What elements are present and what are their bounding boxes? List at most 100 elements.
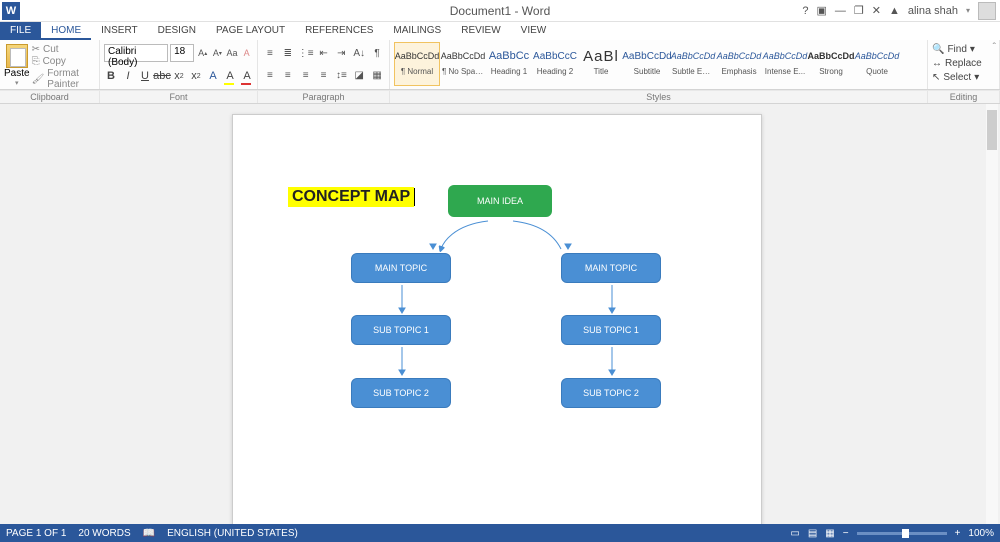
style-card-heading-2[interactable]: AaBbCcCHeading 2 — [532, 42, 578, 86]
zoom-out-button[interactable]: − — [843, 528, 849, 539]
italic-button[interactable]: I — [121, 68, 135, 84]
shape-main-idea[interactable]: MAIN IDEA — [448, 185, 552, 217]
document-canvas[interactable]: CONCEPT MAP MAIN IDEA MAIN TOPIC MAIN TO… — [0, 104, 1000, 524]
tab-home[interactable]: HOME — [41, 22, 91, 40]
shape-left-sub1[interactable]: SUB TOPIC 1 — [351, 315, 451, 345]
style-name-label: Strong — [810, 67, 852, 76]
find-button[interactable]: 🔍Find ▾ — [932, 42, 995, 56]
close-button[interactable]: ✕ — [872, 4, 881, 17]
decrease-indent-button[interactable]: ⇤ — [316, 45, 332, 61]
increase-indent-button[interactable]: ⇥ — [333, 45, 349, 61]
web-layout-icon[interactable]: ▦ — [825, 528, 834, 539]
line-spacing-button[interactable]: ↕≡ — [333, 67, 349, 83]
style-card-subtle-em-[interactable]: AaBbCcDdSubtle Em... — [670, 42, 716, 86]
tab-review[interactable]: REVIEW — [451, 22, 510, 40]
paste-icon — [6, 44, 28, 68]
font-family-select[interactable]: Calibri (Body) — [104, 44, 168, 62]
username-label[interactable]: alina shah — [908, 5, 958, 17]
superscript-button[interactable]: x2 — [189, 68, 203, 84]
tab-view[interactable]: VIEW — [511, 22, 557, 40]
underline-button[interactable]: U — [138, 68, 152, 84]
align-center-button[interactable]: ≡ — [280, 67, 296, 83]
style-preview: AaBbCc — [489, 45, 529, 67]
replace-button[interactable]: ↔Replace — [932, 56, 995, 70]
show-marks-button[interactable]: ¶ — [369, 45, 385, 61]
tab-references[interactable]: REFERENCES — [295, 22, 383, 40]
select-button[interactable]: ↖Select ▾ — [932, 70, 995, 84]
zoom-slider[interactable] — [857, 532, 947, 535]
style-card-intense-e-[interactable]: AaBbCcDdIntense E... — [762, 42, 808, 86]
style-preview: AaBbCcDd — [808, 45, 855, 67]
style-card-quote[interactable]: AaBbCcDdQuote — [854, 42, 900, 86]
group-styles: AaBbCcDd¶ NormalAaBbCcDd¶ No Spac...AaBb… — [390, 40, 928, 89]
ribbon-group-labels: Clipboard Font Paragraph Styles Editing — [0, 90, 1000, 104]
sort-button[interactable]: A↓ — [351, 45, 367, 61]
tab-design[interactable]: DESIGN — [148, 22, 206, 40]
style-card--normal[interactable]: AaBbCcDd¶ Normal — [394, 42, 440, 86]
numbering-button[interactable]: ≣ — [280, 45, 296, 61]
shape-left-topic[interactable]: MAIN TOPIC — [351, 253, 451, 283]
user-avatar[interactable] — [978, 2, 996, 20]
style-card-strong[interactable]: AaBbCcDdStrong — [808, 42, 854, 86]
zoom-in-button[interactable]: + — [955, 528, 961, 539]
read-mode-icon[interactable]: ▭ — [790, 528, 799, 539]
align-left-button[interactable]: ≡ — [262, 67, 278, 83]
cut-button[interactable]: ✂Cut — [32, 44, 93, 55]
highlight-button[interactable]: A — [223, 68, 237, 84]
strikethrough-button[interactable]: abc — [155, 68, 169, 84]
shape-right-sub2[interactable]: SUB TOPIC 2 — [561, 378, 661, 408]
text-effects-button[interactable]: A — [206, 68, 220, 84]
grow-font-button[interactable]: A▴ — [196, 45, 209, 61]
style-name-label: Intense E... — [764, 67, 806, 76]
tab-file[interactable]: FILE — [0, 22, 41, 40]
ribbon-tabs: FILE HOME INSERT DESIGN PAGE LAYOUT REFE… — [0, 22, 1000, 40]
concept-map-title[interactable]: CONCEPT MAP — [288, 187, 414, 207]
style-card-emphasis[interactable]: AaBbCcDdEmphasis — [716, 42, 762, 86]
scrollbar-thumb[interactable] — [987, 110, 997, 150]
clear-formatting-button[interactable]: A — [240, 45, 253, 61]
zoom-level[interactable]: 100% — [968, 528, 994, 539]
shape-right-topic[interactable]: MAIN TOPIC — [561, 253, 661, 283]
minimize-button[interactable]: — — [835, 5, 846, 17]
subscript-button[interactable]: x2 — [172, 68, 186, 84]
restore-button[interactable]: ❐ — [854, 4, 864, 17]
tab-page-layout[interactable]: PAGE LAYOUT — [206, 22, 295, 40]
bullets-button[interactable]: ≡ — [262, 45, 278, 61]
tab-mailings[interactable]: MAILINGS — [383, 22, 451, 40]
change-case-button[interactable]: Aa — [226, 45, 239, 61]
shape-right-sub1[interactable]: SUB TOPIC 1 — [561, 315, 661, 345]
format-painter-button[interactable]: 🖌Format Painter — [32, 68, 93, 90]
copy-button[interactable]: ⎘Copy — [32, 56, 93, 67]
word-count[interactable]: 20 WORDS — [78, 528, 130, 539]
tab-insert[interactable]: INSERT — [91, 22, 148, 40]
style-preview: AaBbCcDd — [671, 45, 716, 67]
page[interactable]: CONCEPT MAP MAIN IDEA MAIN TOPIC MAIN TO… — [232, 114, 762, 524]
style-name-label: ¶ Normal — [396, 67, 438, 76]
borders-button[interactable]: ▦ — [369, 67, 385, 83]
group-font: Calibri (Body) 18 A▴ A▾ Aa A B I U abc x… — [100, 40, 258, 89]
ribbon-display-options-icon[interactable]: ▣ — [816, 4, 826, 17]
language-indicator[interactable]: ENGLISH (UNITED STATES) — [167, 528, 298, 539]
collapse-ribbon-icon[interactable]: ˆ — [993, 42, 996, 53]
multilevel-list-button[interactable]: ⋮≡ — [298, 45, 314, 61]
justify-button[interactable]: ≡ — [316, 67, 332, 83]
page-indicator[interactable]: PAGE 1 OF 1 — [6, 528, 66, 539]
spellcheck-icon[interactable]: 📖 — [143, 528, 155, 539]
help-icon[interactable]: ? — [802, 5, 808, 17]
print-layout-icon[interactable]: ▤ — [808, 528, 817, 539]
font-color-button[interactable]: A — [240, 68, 254, 84]
align-right-button[interactable]: ≡ — [298, 67, 314, 83]
shape-left-sub2[interactable]: SUB TOPIC 2 — [351, 378, 451, 408]
style-card-heading-1[interactable]: AaBbCcHeading 1 — [486, 42, 532, 86]
style-card-title[interactable]: AaBlTitle — [578, 42, 624, 86]
style-card--no-spac-[interactable]: AaBbCcDd¶ No Spac... — [440, 42, 486, 86]
titlebar: W Document1 - Word ? ▣ — ❐ ✕ ▲ alina sha… — [0, 0, 1000, 22]
shading-button[interactable]: ◪ — [351, 67, 367, 83]
font-size-select[interactable]: 18 — [170, 44, 194, 62]
shrink-font-button[interactable]: A▾ — [211, 45, 224, 61]
bold-button[interactable]: B — [104, 68, 118, 84]
paste-button[interactable]: Paste ▾ — [4, 42, 30, 87]
style-card-subtitle[interactable]: AaBbCcDdSubtitle — [624, 42, 670, 86]
paste-label: Paste — [4, 68, 30, 79]
vertical-scrollbar[interactable] — [986, 104, 998, 524]
